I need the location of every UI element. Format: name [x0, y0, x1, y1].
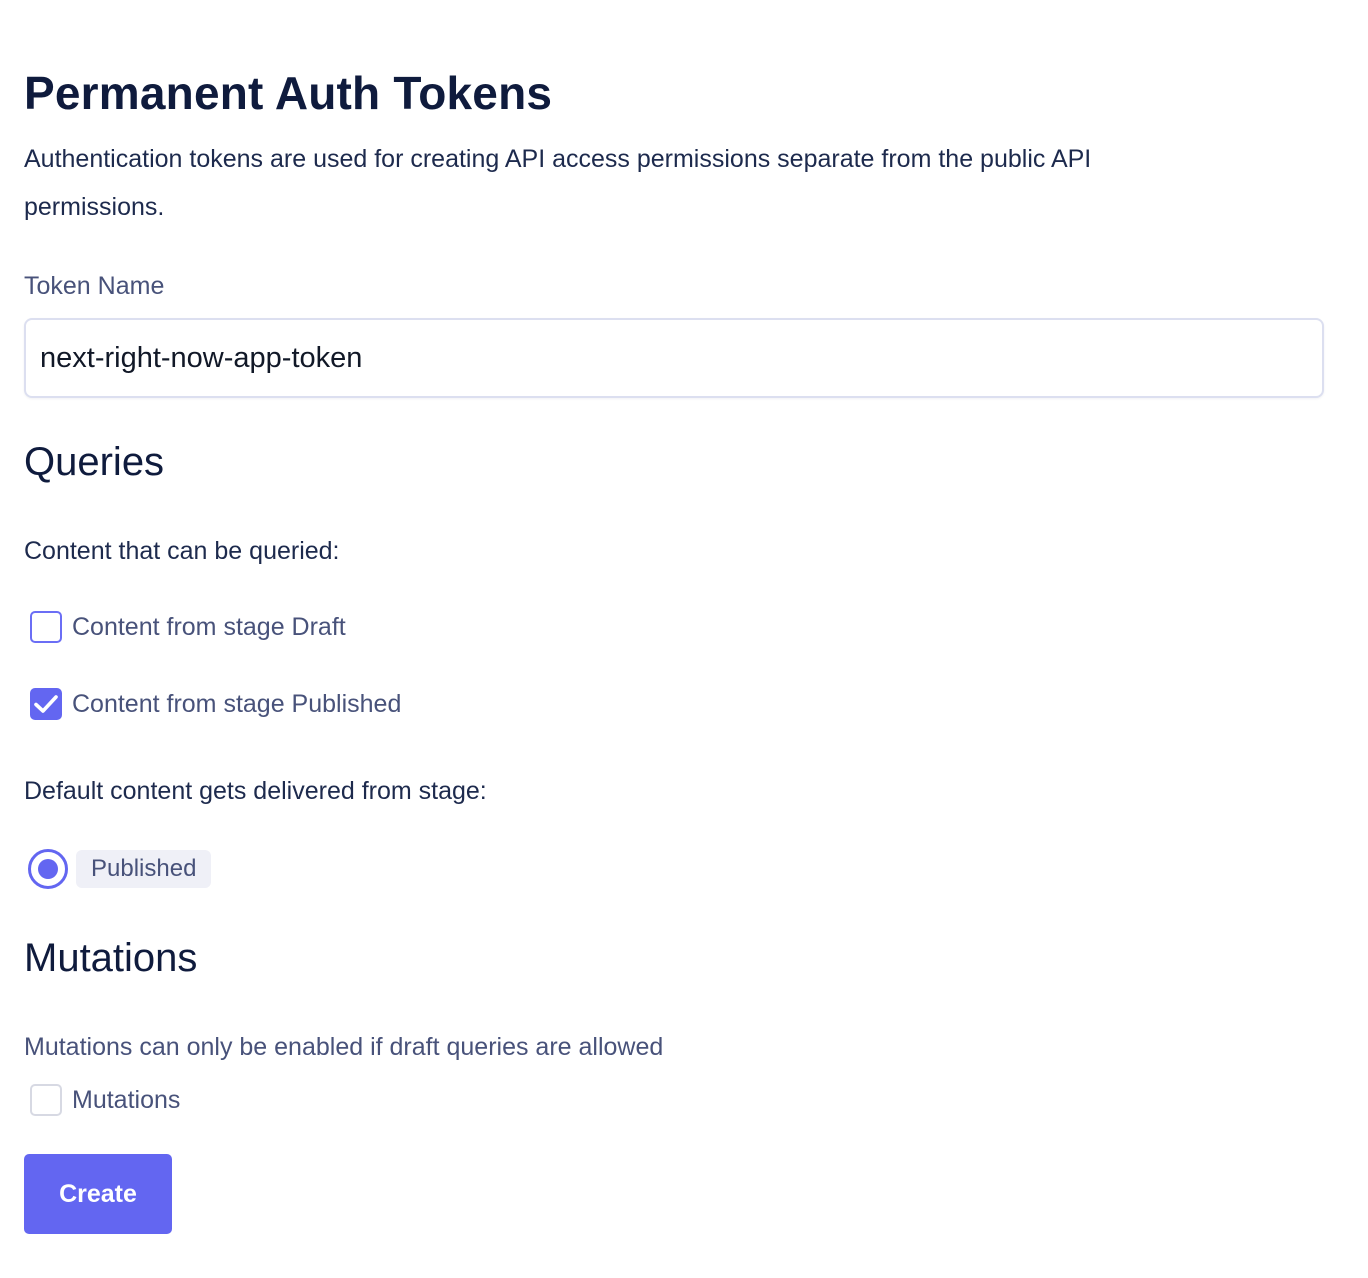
- default-stage-radio-option[interactable]: Published: [28, 848, 212, 890]
- mutations-note: Mutations can only be enabled if draft q…: [24, 1033, 664, 1061]
- radio-selected-dot: [38, 859, 58, 879]
- mutations-label: Mutations: [72, 1086, 181, 1114]
- create-button[interactable]: Create: [24, 1154, 172, 1234]
- page-title: Permanent Auth Tokens: [24, 67, 553, 119]
- token-name-input[interactable]: [24, 318, 1324, 398]
- queries-heading: Queries: [24, 440, 165, 484]
- draft-stage-label: Content from stage Draft: [72, 613, 346, 641]
- mutations-heading: Mutations: [24, 936, 198, 980]
- draft-stage-option[interactable]: Content from stage Draft: [30, 607, 346, 647]
- queryable-content-label: Content that can be queried:: [24, 537, 340, 565]
- published-radio[interactable]: [28, 849, 68, 889]
- published-stage-label: Content from stage Published: [72, 690, 402, 718]
- published-stage-option[interactable]: Content from stage Published: [30, 684, 401, 724]
- mutations-checkbox[interactable]: [30, 1084, 62, 1116]
- check-icon: [34, 695, 58, 713]
- token-name-label: Token Name: [24, 272, 165, 300]
- draft-stage-checkbox[interactable]: [30, 611, 62, 643]
- published-stage-badge: Published: [76, 850, 212, 888]
- published-stage-checkbox[interactable]: [30, 688, 62, 720]
- default-stage-label: Default content gets delivered from stag…: [24, 777, 487, 805]
- page-description: Authentication tokens are used for creat…: [24, 145, 1092, 221]
- mutations-option[interactable]: Mutations: [30, 1080, 180, 1120]
